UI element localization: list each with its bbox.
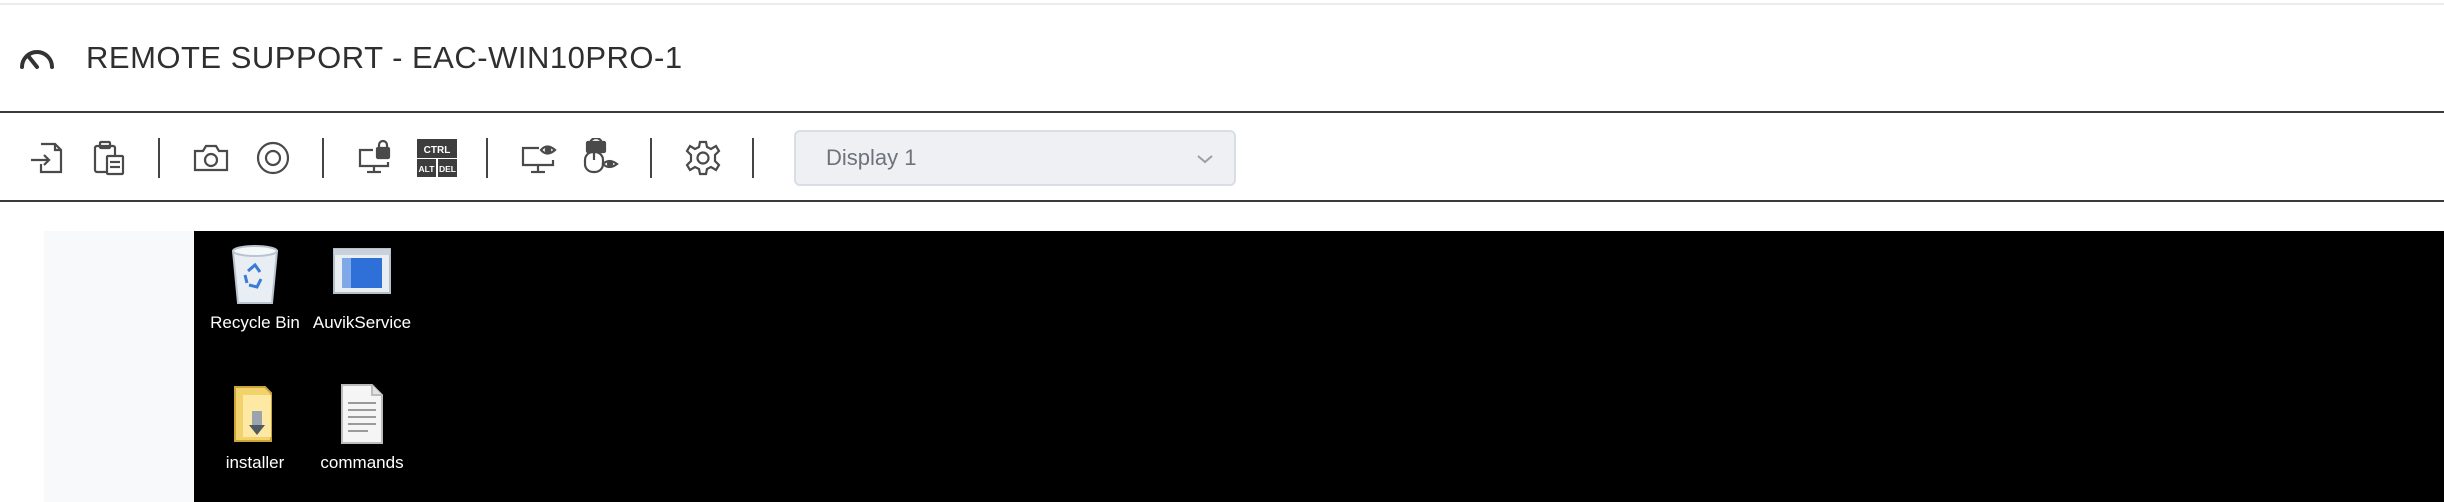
remote-desktop-screen[interactable]: Recycle Bin AuvikService installer comma… [194,231,2444,502]
desktop-icon-label: commands [320,453,404,472]
screen-view-icon[interactable] [518,137,560,179]
desktop-icon-recycle-bin[interactable]: Recycle Bin [198,241,312,333]
record-icon[interactable] [252,137,294,179]
application-icon [333,248,391,294]
alt-key-label: ALT [419,164,436,174]
clipboard-icon[interactable] [88,137,130,179]
gear-icon[interactable] [682,137,724,179]
desktop-icon-commands[interactable]: commands [305,381,419,473]
mouse-lock-icon[interactable] [580,137,622,179]
desktop-icon-label: installer [225,453,285,472]
ctrl-alt-del-icon[interactable]: CTRL ALT DEL [416,137,458,179]
title-bar: REMOTE SUPPORT - EAC-WIN10PRO-1 [0,5,2444,113]
display-select-value: Display 1 [826,144,917,170]
toolbar-separator [650,137,652,178]
toolbar-separator [158,137,160,178]
toolbar-separator [486,137,488,178]
session-title: REMOTE SUPPORT - EAC-WIN10PRO-1 [86,40,683,75]
gauge-icon [18,39,56,77]
lock-screen-icon[interactable] [354,137,396,179]
toolbar-separator [752,137,754,178]
toolbar-separator [322,137,324,178]
recycle-bin-icon [231,245,279,304]
file-transfer-icon[interactable] [26,137,68,179]
remote-viewer: Recycle Bin AuvikService installer comma… [0,203,2444,502]
del-key-label: DEL [439,164,456,174]
desktop-icon-installer[interactable]: installer [198,381,312,473]
desktop-icon-auvikservice[interactable]: AuvikService [305,241,419,333]
desktop-icon-label: AuvikService [312,313,412,332]
chevron-down-icon [1196,145,1214,171]
ctrl-key-label: CTRL [424,145,451,156]
folder-icon [234,386,272,442]
toolbar: CTRL ALT DEL Display 1 [0,115,2444,202]
display-select[interactable]: Display 1 [794,129,1236,186]
desktop-icon-label: Recycle Bin [210,313,300,332]
text-file-icon [341,384,383,444]
camera-icon[interactable] [190,137,232,179]
viewer-side-pane [44,231,194,502]
